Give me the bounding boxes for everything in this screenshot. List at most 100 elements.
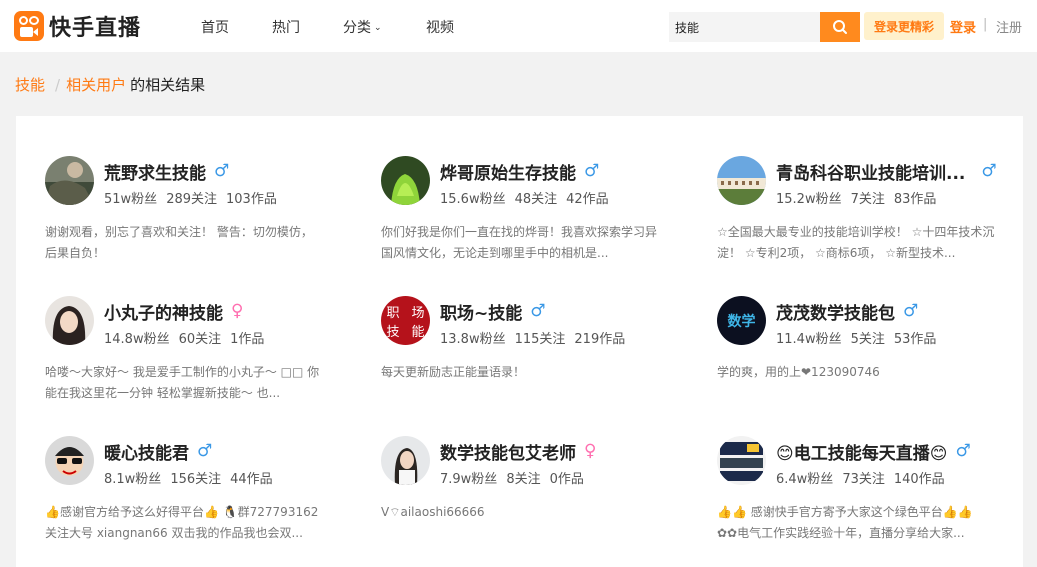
avatar[interactable] bbox=[717, 156, 766, 205]
user-name[interactable]: 烨哥原始生存技能 bbox=[440, 159, 576, 184]
works-count: 53作品 bbox=[893, 332, 937, 347]
female-icon: ♀ bbox=[231, 301, 244, 321]
user-name[interactable]: 茂茂数学技能包 bbox=[776, 299, 895, 324]
follow-count: 7关注 bbox=[850, 192, 885, 207]
avatar-text: 场 bbox=[411, 306, 424, 321]
user-description: ☆全国最大最专业的技能培训学校！ ☆十四年技术沉淀！ ☆专利2项， ☆商标6项，… bbox=[717, 225, 995, 260]
works-count: 44作品 bbox=[230, 472, 273, 487]
works-count: 42作品 bbox=[566, 192, 609, 207]
follow-count: 289关注 bbox=[166, 192, 218, 207]
user-description: 你们好我是你们一直在找的烨哥！我喜欢探索学习异国风情文化，无论走到哪里手中的相机… bbox=[381, 225, 658, 260]
works-count: 219作品 bbox=[574, 332, 626, 347]
user-stats: 15.6w粉丝 48关注 42作品 bbox=[440, 188, 618, 207]
works-count: 140作品 bbox=[893, 472, 945, 487]
user-name[interactable]: 😊电工技能每天直播😊 bbox=[776, 439, 947, 464]
user-description: 哈喽～大家好～ 我是爱手工制作的小丸子～ □□ 你能在我这里花一分钟 轻松掌握新… bbox=[45, 365, 320, 400]
fans-count: 13.8w粉丝 bbox=[440, 332, 506, 347]
male-icon: ♂ bbox=[584, 161, 600, 181]
user-description: 👍感谢官方给予这么好得平台👍 🐧群727793162 关注大号 xiangnan… bbox=[45, 505, 319, 540]
breadcrumb-divider: / bbox=[55, 76, 61, 94]
male-icon: ♂ bbox=[530, 301, 546, 321]
login-promo-badge[interactable]: 登录更精彩 bbox=[864, 12, 944, 40]
user-stats: 51w粉丝 289关注 103作品 bbox=[104, 188, 286, 207]
follow-count: 48关注 bbox=[514, 192, 558, 207]
logo-text: 快手直播 bbox=[49, 16, 142, 41]
works-count: 1作品 bbox=[230, 332, 265, 347]
avatar[interactable] bbox=[717, 436, 766, 485]
user-stats: 13.8w粉丝 115关注 219作品 bbox=[440, 328, 634, 347]
follow-count: 5关注 bbox=[850, 332, 885, 347]
chevron-down-icon: ⌄ bbox=[374, 23, 382, 33]
avatar-text: 职 bbox=[386, 306, 399, 321]
user-name[interactable]: 青岛科谷职业技能培训... bbox=[776, 159, 965, 184]
fans-count: 14.8w粉丝 bbox=[104, 332, 170, 347]
user-stats: 7.9w粉丝 8关注 0作品 bbox=[440, 468, 593, 487]
header-separator: | bbox=[983, 17, 988, 32]
works-count: 0作品 bbox=[549, 472, 584, 487]
avatar[interactable] bbox=[381, 156, 430, 205]
male-icon: ♂ bbox=[214, 161, 230, 181]
nav-category-label: 分类 bbox=[343, 20, 371, 36]
follow-count: 156关注 bbox=[170, 472, 222, 487]
results-panel: 荒野求生技能 ♂ 51w粉丝 289关注 103作品 谢谢观看，别忘了喜欢和关注！ … bbox=[16, 116, 1023, 567]
user-name[interactable]: 暖心技能君 bbox=[104, 439, 189, 464]
user-name[interactable]: 数学技能包艾老师 bbox=[440, 439, 576, 464]
follow-count: 73关注 bbox=[842, 472, 885, 487]
user-stats: 11.4w粉丝 5关注 53作品 bbox=[776, 328, 945, 347]
avatar-text: 技 bbox=[386, 325, 399, 340]
avatar[interactable] bbox=[45, 436, 94, 485]
kuaishou-logo-icon bbox=[14, 11, 44, 41]
user-name[interactable]: 职场~技能 bbox=[440, 299, 522, 324]
fans-count: 8.1w粉丝 bbox=[104, 472, 162, 487]
user-description: 👍👍 感谢快手官方寄予大家这个绿色平台👍👍 ✿✿电气工作实践经验十年，直播分享给… bbox=[717, 505, 973, 540]
works-count: 83作品 bbox=[893, 192, 937, 207]
user-name[interactable]: 荒野求生技能 bbox=[104, 159, 206, 184]
fans-count: 7.9w粉丝 bbox=[440, 472, 498, 487]
user-description: V⌔ailaoshi66666 bbox=[381, 505, 485, 519]
follow-count: 115关注 bbox=[514, 332, 566, 347]
fans-count: 51w粉丝 bbox=[104, 192, 158, 207]
male-icon: ♂ bbox=[903, 301, 919, 321]
register-link[interactable]: 注册 bbox=[996, 17, 1022, 36]
breadcrumb-suffix: 的相关结果 bbox=[130, 76, 206, 94]
avatar[interactable]: 数学 bbox=[717, 296, 766, 345]
logo[interactable]: 快手直播 bbox=[14, 10, 141, 42]
avatar[interactable] bbox=[381, 436, 430, 485]
fans-count: 15.2w粉丝 bbox=[776, 192, 842, 207]
user-description: 每天更新励志正能量语录！ bbox=[381, 365, 526, 379]
female-icon: ♀ bbox=[584, 441, 597, 461]
breadcrumb: 技能 / 相关用户 的相关结果 bbox=[15, 74, 205, 95]
user-description: 谢谢观看，别忘了喜欢和关注！ 警告：切勿模仿，后果自负！ bbox=[45, 225, 313, 260]
nav-home[interactable]: 首页 bbox=[201, 17, 229, 37]
male-icon: ♂ bbox=[955, 441, 971, 461]
search-input[interactable] bbox=[669, 12, 820, 42]
male-icon: ♂ bbox=[197, 441, 213, 461]
user-stats: 6.4w粉丝 73关注 140作品 bbox=[776, 468, 954, 487]
user-stats: 15.2w粉丝 7关注 83作品 bbox=[776, 188, 945, 207]
avatar[interactable]: 职 场 技 能 bbox=[381, 296, 430, 345]
top-header: 快手直播 首页 热门 分类⌄ 视频 登录更精彩 登录 | 注册 bbox=[0, 0, 1037, 52]
avatar[interactable] bbox=[45, 156, 94, 205]
avatar-text: 能 bbox=[411, 325, 424, 340]
works-count: 103作品 bbox=[226, 192, 277, 207]
breadcrumb-category[interactable]: 相关用户 bbox=[66, 76, 126, 94]
user-stats: 8.1w粉丝 156关注 44作品 bbox=[104, 468, 282, 487]
fans-count: 11.4w粉丝 bbox=[776, 332, 842, 347]
user-name[interactable]: 小丸子的神技能 bbox=[104, 299, 223, 324]
nav-video[interactable]: 视频 bbox=[426, 17, 454, 37]
breadcrumb-keyword[interactable]: 技能 bbox=[15, 76, 45, 94]
user-description: 学的爽，用的上❤123090746 bbox=[717, 365, 880, 379]
user-stats: 14.8w粉丝 60关注 1作品 bbox=[104, 328, 273, 347]
search-icon bbox=[833, 20, 847, 34]
avatar[interactable] bbox=[45, 296, 94, 345]
nav-hot[interactable]: 热门 bbox=[272, 17, 300, 37]
avatar-text: 数学 bbox=[728, 313, 756, 330]
login-link[interactable]: 登录 bbox=[950, 17, 976, 36]
follow-count: 8关注 bbox=[506, 472, 541, 487]
search-button[interactable] bbox=[820, 12, 860, 42]
fans-count: 15.6w粉丝 bbox=[440, 192, 506, 207]
follow-count: 60关注 bbox=[178, 332, 222, 347]
male-icon: ♂ bbox=[981, 161, 997, 181]
fans-count: 6.4w粉丝 bbox=[776, 472, 834, 487]
nav-category[interactable]: 分类 ⌄ bbox=[343, 17, 382, 37]
